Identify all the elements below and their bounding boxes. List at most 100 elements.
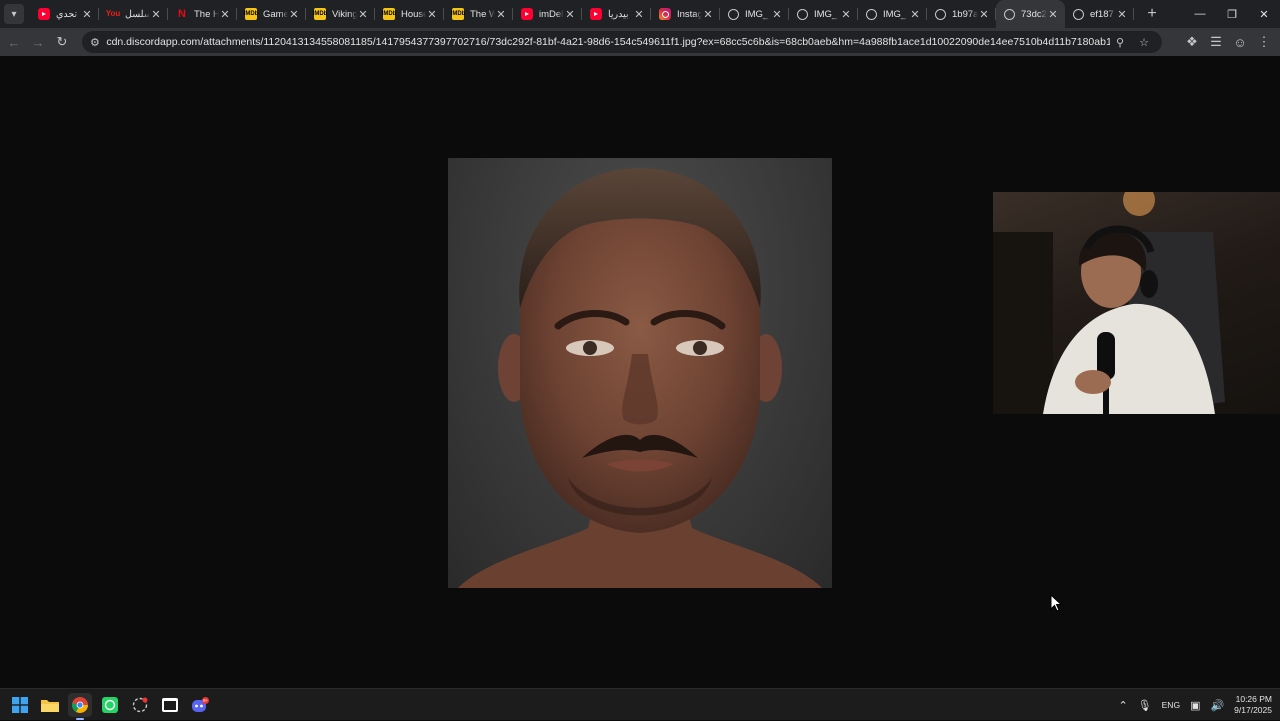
microphone-icon[interactable]: 🎙 xyxy=(1138,699,1152,712)
mouse-cursor-icon xyxy=(1050,594,1062,612)
restore-button[interactable]: ❐ xyxy=(1216,0,1248,28)
tab-close-icon[interactable]: ✕ xyxy=(1116,8,1128,21)
tab-search-button[interactable]: ▾ xyxy=(4,4,24,24)
tab-6[interactable]: IMDb The W ✕ xyxy=(444,0,513,28)
tab-3[interactable]: IMDb Game ✕ xyxy=(237,0,306,28)
screen-tool-button[interactable] xyxy=(128,693,152,717)
globe-icon xyxy=(935,8,946,20)
tab-4[interactable]: IMDb Viking ✕ xyxy=(306,0,375,28)
tab-title: 1b97a xyxy=(952,8,978,20)
face-illustration xyxy=(458,168,822,588)
chrome-button[interactable] xyxy=(68,693,92,720)
tab-close-icon[interactable]: ✕ xyxy=(909,8,921,21)
tab-title: imDel xyxy=(539,8,564,20)
chevron-up-icon[interactable]: ⌃ xyxy=(1118,699,1127,712)
imdb-icon: IMDb xyxy=(244,8,258,20)
globe-icon xyxy=(797,8,808,20)
tab-close-icon[interactable]: ✕ xyxy=(633,8,645,21)
address-bar[interactable]: ⚙ cdn.discordapp.com/attachments/1120413… xyxy=(82,31,1162,53)
tab-10[interactable]: IMG_ ✕ xyxy=(720,0,789,28)
back-button[interactable]: ← xyxy=(2,30,26,54)
language-indicator[interactable]: ENG xyxy=(1162,700,1180,710)
instagram-icon xyxy=(659,8,671,20)
whatsapp-button[interactable] xyxy=(98,693,122,717)
discord-icon: 9+ xyxy=(192,697,209,712)
site-info-icon[interactable]: ⚙ xyxy=(90,36,104,49)
globe-icon xyxy=(1073,8,1084,20)
clock[interactable]: 10:26 PM 9/17/2025 xyxy=(1234,694,1272,716)
terminal-icon xyxy=(162,698,178,712)
tab-close-icon[interactable]: ✕ xyxy=(219,8,231,21)
zoom-icon[interactable]: ⚲ xyxy=(1110,32,1130,52)
tab-15[interactable]: ef187 ✕ xyxy=(1065,0,1134,28)
minimize-button[interactable]: — xyxy=(1184,0,1216,28)
menu-kebab-icon[interactable]: ⋮ xyxy=(1252,30,1276,54)
tab-1[interactable]: You مسلسل✕ xyxy=(99,0,168,28)
tab-2[interactable]: N The H ✕ xyxy=(168,0,237,28)
screen-tool-icon xyxy=(132,697,148,713)
discord-badge: 9+ xyxy=(203,698,208,703)
tab-close-icon[interactable]: ✕ xyxy=(564,8,576,21)
tab-close-icon[interactable]: ✕ xyxy=(357,8,369,21)
youtube-old-icon: You xyxy=(105,9,121,18)
tab-title: IMG_ xyxy=(883,8,907,20)
file-explorer-button[interactable] xyxy=(38,693,62,717)
page-viewport xyxy=(0,56,1280,688)
tab-close-icon[interactable]: ✕ xyxy=(81,8,93,21)
network-icon[interactable]: ▣ xyxy=(1190,699,1200,712)
tab-close-icon[interactable]: ✕ xyxy=(150,8,162,21)
youtube-icon xyxy=(521,8,533,20)
windows-start-button[interactable] xyxy=(8,693,32,717)
discord-button[interactable]: 9+ xyxy=(188,693,212,717)
tab-5[interactable]: IMDb House ✕ xyxy=(375,0,444,28)
rendered-face-image[interactable] xyxy=(448,158,832,588)
tab-close-icon[interactable]: ✕ xyxy=(288,8,300,21)
tab-title: بيدريا xyxy=(608,8,629,20)
extensions-icon[interactable]: ❖ xyxy=(1180,30,1204,54)
tab-title: The H xyxy=(194,8,219,20)
imdb-icon: IMDb xyxy=(313,8,327,20)
tab-title: Game xyxy=(263,8,288,20)
tab-close-icon[interactable]: ✕ xyxy=(840,8,852,21)
tab-12[interactable]: IMG_ ✕ xyxy=(858,0,927,28)
windows-start-icon xyxy=(12,697,28,713)
netflix-icon: N xyxy=(178,7,186,20)
chrome-icon xyxy=(72,697,88,713)
whatsapp-icon xyxy=(102,697,118,713)
tab-13[interactable]: 1b97a ✕ xyxy=(927,0,996,28)
terminal-button[interactable] xyxy=(158,693,182,717)
url-text[interactable]: cdn.discordapp.com/attachments/112041313… xyxy=(106,36,1110,48)
volume-icon[interactable]: 🔊 xyxy=(1210,699,1224,712)
chevron-down-icon: ▾ xyxy=(11,8,17,20)
tab-close-icon[interactable]: ✕ xyxy=(702,8,714,21)
tab-9[interactable]: Instag ✕ xyxy=(651,0,720,28)
youtube-icon xyxy=(38,8,50,20)
globe-icon xyxy=(728,8,739,20)
profile-icon[interactable]: ☺ xyxy=(1228,30,1252,54)
globe-icon xyxy=(866,8,877,20)
tab-close-icon[interactable]: ✕ xyxy=(495,8,507,21)
tab-0[interactable]: تحدي ✕ xyxy=(30,0,99,28)
close-window-button[interactable]: ✕ xyxy=(1248,0,1280,28)
media-controls-icon[interactable]: ☰ xyxy=(1204,30,1228,54)
reload-button[interactable]: ↻ xyxy=(50,30,74,54)
bookmark-star-icon[interactable]: ☆ xyxy=(1134,32,1154,52)
tab-8[interactable]: بيدريا ✕ xyxy=(582,0,651,28)
tab-7[interactable]: imDel ✕ xyxy=(513,0,582,28)
tab-11[interactable]: IMG_ ✕ xyxy=(789,0,858,28)
tab-title: مسلسل xyxy=(125,8,150,20)
tab-14[interactable]: 73dc2 ✕ xyxy=(996,0,1065,28)
imdb-icon: IMDb xyxy=(382,8,396,20)
tab-close-icon[interactable]: ✕ xyxy=(1047,8,1059,21)
clock-date: 9/17/2025 xyxy=(1234,705,1272,715)
webcam-scene xyxy=(993,192,1225,414)
tab-close-icon[interactable]: ✕ xyxy=(426,8,438,21)
forward-button[interactable]: → xyxy=(26,30,50,54)
tab-close-icon[interactable]: ✕ xyxy=(978,8,990,21)
new-tab-button[interactable]: + xyxy=(1144,5,1160,23)
tab-title: Viking xyxy=(332,8,357,20)
tab-title: تحدي xyxy=(56,8,78,20)
tab-title: ef187 xyxy=(1090,8,1114,20)
clock-time: 10:26 PM xyxy=(1235,694,1272,704)
tab-close-icon[interactable]: ✕ xyxy=(771,8,783,21)
